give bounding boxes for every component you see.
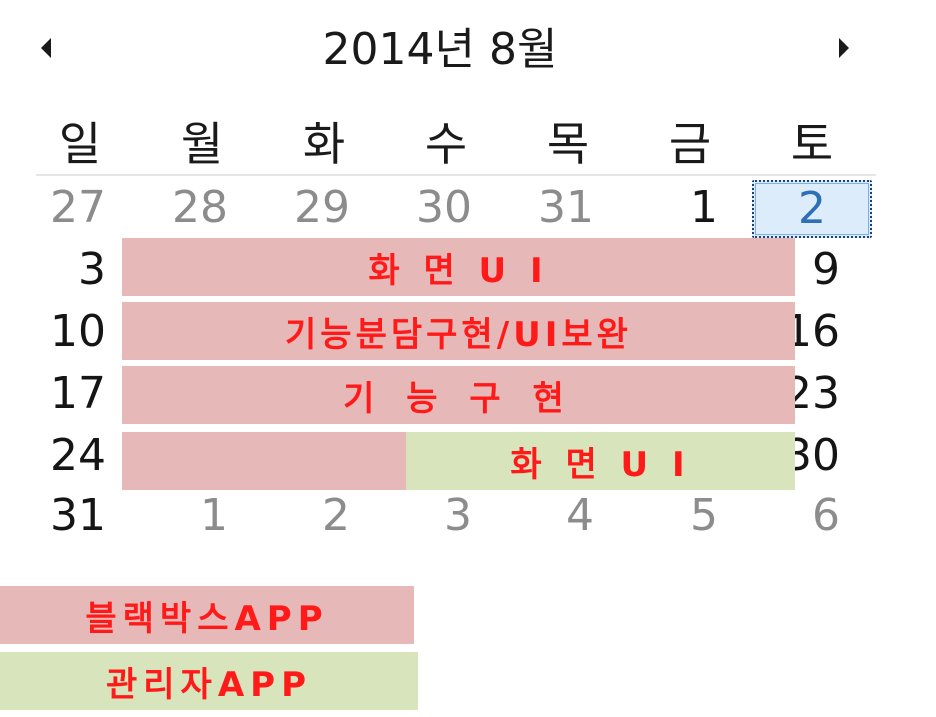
- day-cell[interactable]: 1: [640, 178, 718, 238]
- day-cell[interactable]: 31: [30, 486, 106, 546]
- schedule-bar-blackbox: [122, 432, 408, 490]
- day-cell[interactable]: 6: [760, 486, 840, 546]
- day-cell[interactable]: 3: [30, 240, 106, 300]
- schedule-bar-label: 화 면 U I: [510, 444, 691, 485]
- day-cell[interactable]: 2: [272, 486, 350, 546]
- day-cell[interactable]: 24: [30, 426, 106, 486]
- schedule-bar-feature-split: 기능분담구현/UI보완: [122, 302, 795, 360]
- schedule-bar-feature-impl: 기 능 구 현: [122, 366, 795, 424]
- legend-admin: 관리자APP: [0, 652, 418, 710]
- schedule-bar-label: 화 면 U I: [368, 250, 549, 291]
- day-cell[interactable]: 28: [150, 178, 228, 238]
- day-cell[interactable]: 4: [516, 486, 594, 546]
- day-cell[interactable]: 10: [30, 302, 106, 362]
- day-cell[interactable]: 30: [394, 178, 472, 238]
- schedule-bar-ui: 화 면 U I: [122, 238, 795, 296]
- schedule-bar-ui-admin: 화 면 U I: [406, 432, 795, 490]
- schedule-bar-label: 기 능 구 현: [343, 378, 574, 419]
- legend-label: 관리자APP: [106, 664, 312, 705]
- legend-label: 블랙박스APP: [85, 598, 329, 639]
- schedule-bar-label: 기능분담구현/UI보완: [285, 314, 632, 355]
- day-cell[interactable]: 29: [272, 178, 350, 238]
- selected-day-cell[interactable]: 2: [752, 180, 872, 238]
- day-cell[interactable]: 3: [394, 486, 472, 546]
- day-cell[interactable]: 1: [150, 486, 228, 546]
- day-cell[interactable]: 5: [640, 486, 718, 546]
- day-cell[interactable]: 31: [516, 178, 594, 238]
- day-cell[interactable]: 27: [30, 178, 106, 238]
- day-cell[interactable]: 17: [30, 364, 106, 424]
- legend-blackbox: 블랙박스APP: [0, 586, 414, 644]
